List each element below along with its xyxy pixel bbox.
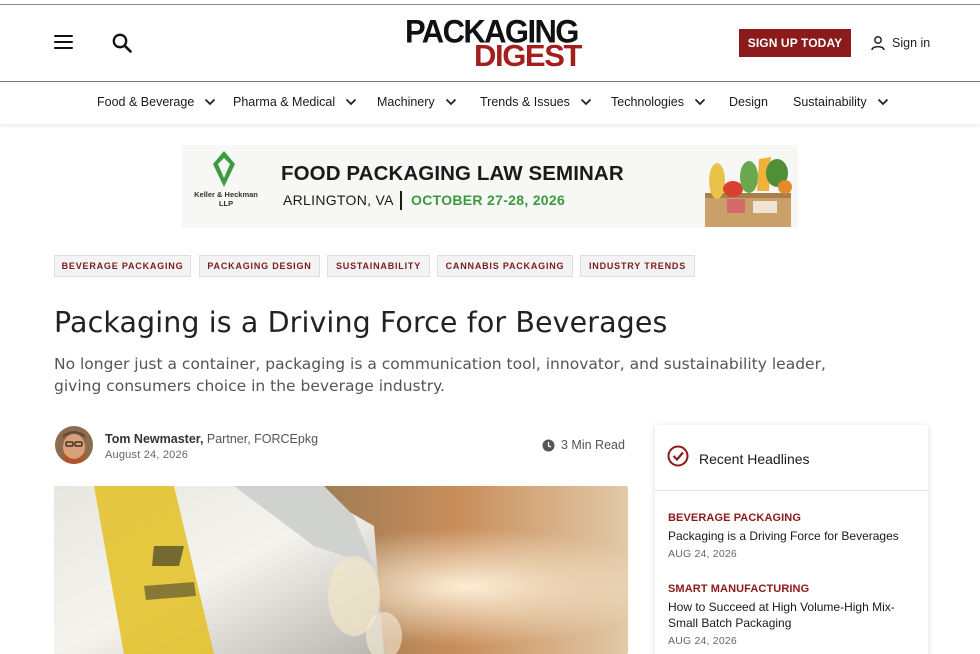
nav-label: Machinery <box>377 95 435 109</box>
article-title: Packaging is a Driving Force for Beverag… <box>54 306 668 339</box>
recent-headlines-panel: Recent Headlines BEVERAGE PACKAGING Pack… <box>655 425 928 654</box>
logo-digest: DIGEST <box>474 38 582 73</box>
recent-headlines-title: Recent Headlines <box>699 451 810 467</box>
grocery-basket-image <box>705 157 792 227</box>
recent-headlines-header: Recent Headlines <box>655 425 928 491</box>
nav-label: Pharma & Medical <box>233 95 336 109</box>
nav-item-food-beverage[interactable]: Food & Beverage <box>97 82 216 122</box>
ad-separator <box>400 191 402 210</box>
site-header: PACKAGING DIGEST SIGN UP TODAY Sign in <box>0 5 980 81</box>
headline-item: BEVERAGE PACKAGING Packaging is a Drivin… <box>668 512 918 560</box>
menu-icon[interactable] <box>54 35 73 50</box>
ad-banner[interactable]: Keller & Heckman LLP FOOD PACKAGING LAW … <box>182 145 798 228</box>
hero-image <box>54 486 628 654</box>
nav-item-pharma-medical[interactable]: Pharma & Medical <box>233 82 357 122</box>
headline-category[interactable]: SMART MANUFACTURING <box>668 583 918 595</box>
sponsor-name: Keller & Heckman LLP <box>194 190 258 208</box>
author-byline: Tom Newmaster, Partner, FORCEpkg <box>105 432 318 446</box>
chevron-down-icon <box>445 98 456 106</box>
chevron-down-icon <box>694 98 706 106</box>
ad-location: ARLINGTON, VA <box>283 192 394 208</box>
headline-date: AUG 24, 2026 <box>668 548 737 560</box>
chevron-down-icon <box>345 98 357 106</box>
headline-link[interactable]: Packaging is a Driving Force for Beverag… <box>668 528 918 544</box>
nav-item-trends-issues[interactable]: Trends & Issues <box>480 82 592 122</box>
nav-label: Design <box>729 95 768 109</box>
nav-item-sustainability[interactable]: Sustainability <box>793 82 889 122</box>
nav-label: Sustainability <box>793 95 867 109</box>
author-name[interactable]: Tom Newmaster, <box>105 432 203 446</box>
chevron-down-icon <box>205 98 216 106</box>
headline-link[interactable]: How to Succeed at High Volume-High Mix-S… <box>668 599 918 631</box>
chevron-down-icon <box>877 98 888 106</box>
author-avatar[interactable] <box>55 426 93 464</box>
main-nav: Food & Beverage Pharma & Medical Machine… <box>0 82 980 124</box>
read-time: 3 Min Read <box>542 438 625 452</box>
nav-item-design[interactable]: Design <box>729 82 768 122</box>
ad-dates: OCTOBER 27-28, 2026 <box>411 192 566 208</box>
tag-packaging-design[interactable]: PACKAGING DESIGN <box>199 255 320 277</box>
nav-item-machinery[interactable]: Machinery <box>377 82 457 122</box>
nav-label: Food & Beverage <box>97 95 195 109</box>
tag-cannabis-packaging[interactable]: CANNABIS PACKAGING <box>437 255 573 277</box>
chevron-down-icon <box>580 98 591 106</box>
site-logo[interactable]: PACKAGING DIGEST <box>405 15 582 72</box>
nav-label: Trends & Issues <box>480 95 570 109</box>
search-icon[interactable] <box>111 32 133 54</box>
tag-sustainability[interactable]: SUSTAINABILITY <box>327 255 430 277</box>
tag-beverage-packaging[interactable]: BEVERAGE PACKAGING <box>54 255 191 277</box>
nav-label: Technologies <box>611 95 684 109</box>
sign-up-button[interactable]: SIGN UP TODAY <box>739 29 851 57</box>
headline-date: AUG 24, 2026 <box>668 635 737 647</box>
read-time-label: 3 Min Read <box>561 438 625 452</box>
ad-title: FOOD PACKAGING LAW SEMINAR <box>281 162 624 185</box>
author-role: Partner, FORCEpkg <box>203 432 319 446</box>
publish-date: August 24, 2026 <box>105 449 189 461</box>
nav-item-technologies[interactable]: Technologies <box>611 82 706 122</box>
headline-category[interactable]: BEVERAGE PACKAGING <box>668 512 918 524</box>
sign-in-label: Sign in <box>892 36 931 50</box>
check-circle-icon <box>667 445 689 467</box>
clock-icon <box>542 439 555 451</box>
tag-industry-trends[interactable]: INDUSTRY TRENDS <box>580 255 695 277</box>
article-subtitle: No longer just a container, packaging is… <box>54 355 826 395</box>
headline-item: SMART MANUFACTURING How to Succeed at Hi… <box>668 583 918 647</box>
keller-heckman-logo-icon <box>213 151 235 187</box>
user-icon <box>871 36 885 51</box>
sign-in-link[interactable]: Sign in <box>870 32 930 54</box>
